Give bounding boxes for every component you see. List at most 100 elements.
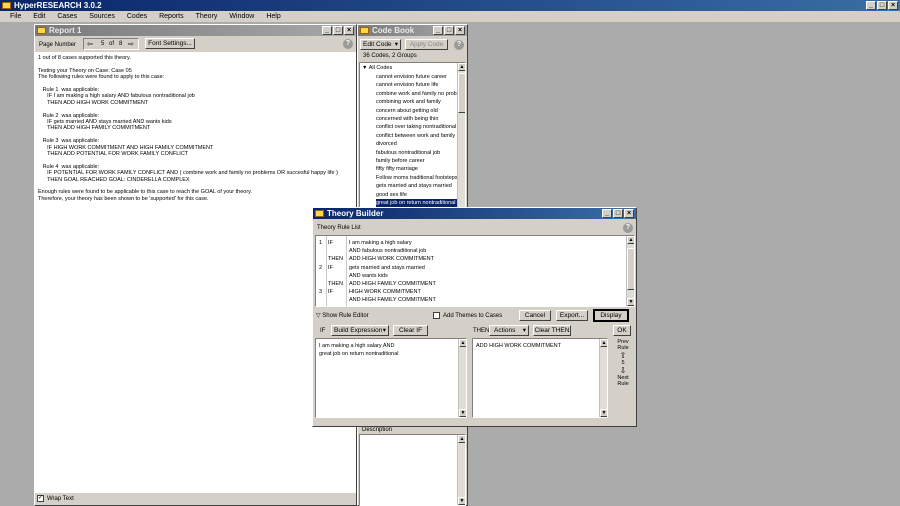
rule-row[interactable]: THEN ADD HIGH WORK COMMITMENT — [316, 255, 621, 263]
rule-text: AND fabulous nontraditional job — [349, 248, 427, 255]
menu-reports[interactable]: Reports — [153, 11, 190, 22]
menu-codes[interactable]: Codes — [121, 11, 153, 22]
prev-page-icon[interactable]: ⇦ — [87, 40, 93, 48]
scroll-down-icon[interactable]: ▼ — [600, 409, 607, 417]
code-list-scrollbar[interactable]: ▲ — [457, 63, 465, 209]
description-field[interactable]: ▲ ▼ — [359, 434, 466, 506]
rule-row[interactable]: 2 IF gets married and stays married — [316, 264, 621, 272]
code-item[interactable]: gets married and stays married — [376, 182, 452, 190]
if-label: IF — [320, 328, 326, 334]
display-button[interactable]: Display — [593, 309, 629, 322]
scroll-up-icon[interactable]: ▲ — [458, 435, 465, 443]
maximize-icon[interactable]: □ — [613, 209, 623, 218]
code-item[interactable]: conflict between work and family — [376, 132, 455, 140]
code-item[interactable]: fifty fifty marriage — [376, 165, 418, 173]
rule-kw: THEN — [328, 281, 343, 287]
then-action-field[interactable]: ADD HIGH WORK COMMITMENT ▲ ▼ — [472, 338, 608, 418]
prev-rule-button[interactable]: Prev Rule ⇧ — [613, 339, 633, 360]
edit-code-dropdown[interactable]: Edit Code ▾ — [360, 39, 401, 50]
apply-code-button[interactable]: Apply Code — [405, 39, 448, 50]
clear-then-button[interactable]: Clear THEN — [533, 325, 571, 336]
maximize-icon[interactable]: □ — [877, 1, 887, 10]
code-item[interactable]: Follow moms traditional footsteps — [376, 174, 458, 182]
scroll-down-icon[interactable]: ▼ — [627, 298, 634, 306]
menu-cases[interactable]: Cases — [51, 11, 83, 22]
theory-rule-list[interactable]: 1 IF I am making a high salary AND fabulous… — [315, 235, 635, 307]
maximize-icon[interactable]: □ — [333, 26, 343, 35]
minimize-icon[interactable]: _ — [602, 209, 612, 218]
help-icon[interactable]: ? — [454, 40, 464, 50]
rule-row[interactable]: AND wants kids — [316, 272, 621, 280]
scroll-thumb[interactable] — [627, 248, 634, 290]
scroll-up-icon[interactable]: ▲ — [627, 236, 634, 244]
code-item[interactable]: combining work and family — [376, 98, 441, 106]
scroll-up-icon[interactable]: ▲ — [458, 63, 465, 71]
description-scrollbar[interactable]: ▲ ▼ — [457, 435, 465, 505]
ok-button[interactable]: OK — [613, 325, 631, 336]
report-line: THEN ADD POTENTIAL FOR WORK FAMILY CONFL… — [38, 151, 189, 157]
code-item[interactable]: concern about getting old — [376, 107, 438, 115]
minimize-icon[interactable]: _ — [322, 26, 332, 35]
next-rule-button[interactable]: ⇩ Next Rule — [613, 366, 633, 387]
down-arrow-icon: ⇩ — [619, 366, 627, 375]
then-scrollbar[interactable]: ▲ ▼ — [599, 339, 607, 417]
add-themes-checkbox[interactable]: Add Themes to Cases — [433, 312, 502, 319]
rule-row[interactable]: 3 IF HIGH WORK COMMITMENT — [316, 288, 621, 296]
close-icon[interactable]: × — [455, 26, 465, 35]
actions-dropdown[interactable]: Actions ▾ — [489, 325, 529, 336]
report-line: Testing your Theory on Case: Case 05 — [38, 67, 132, 74]
report-line: IF HIGH WORK COMMITMENT AND HIGH FAMILY … — [38, 144, 214, 151]
report-line: Rule 4 was applicable: — [38, 163, 100, 170]
rule-row[interactable]: AND fabulous nontraditional job — [316, 247, 621, 255]
font-settings-button[interactable]: Font Settings... — [145, 38, 195, 49]
show-rule-editor-toggle[interactable]: ▽ Show Rule Editor — [316, 312, 369, 319]
code-item[interactable]: fabulous nontraditional job — [376, 149, 440, 157]
build-expression-dropdown[interactable]: Build Expression ▾ — [331, 325, 389, 336]
menu-edit[interactable]: Edit — [27, 11, 51, 22]
code-item[interactable]: combine work and family no problem — [376, 90, 465, 98]
close-icon[interactable]: × — [888, 1, 898, 10]
scroll-down-icon[interactable]: ▼ — [459, 409, 466, 417]
cancel-button[interactable]: Cancel — [519, 310, 551, 321]
rule-row[interactable]: 1 IF I am making a high salary — [316, 239, 621, 247]
code-item[interactable]: conflict over taking nontraditional ro — [376, 123, 463, 131]
if-scrollbar[interactable]: ▲ ▼ — [458, 339, 466, 417]
menu-sources[interactable]: Sources — [83, 11, 121, 22]
close-icon[interactable]: × — [624, 209, 634, 218]
rule-list-scrollbar[interactable]: ▲ ▼ — [626, 236, 634, 306]
all-codes-group[interactable]: ▼ All Codes — [362, 65, 392, 71]
scroll-up-icon[interactable]: ▲ — [459, 339, 466, 347]
menu-file[interactable]: File — [4, 11, 27, 22]
minimize-icon[interactable]: _ — [866, 1, 876, 10]
code-item[interactable]: cannot envision future career — [376, 73, 447, 81]
scroll-down-icon[interactable]: ▼ — [458, 497, 465, 505]
clear-if-button[interactable]: Clear IF — [393, 325, 428, 336]
code-list[interactable]: ▼ All Codes cannot envision future caree… — [359, 62, 466, 210]
menu-window[interactable]: Window — [223, 11, 260, 22]
page-number-label: Page Number — [39, 42, 77, 48]
minimize-icon[interactable]: _ — [433, 26, 443, 35]
menu-theory[interactable]: Theory — [190, 11, 224, 22]
codebook-icon — [360, 27, 369, 34]
code-item[interactable]: cannot envision future life — [376, 81, 438, 89]
maximize-icon[interactable]: □ — [444, 26, 454, 35]
wrap-text-checkbox[interactable]: ✓ Wrap Text — [37, 495, 74, 502]
scroll-thumb[interactable] — [458, 73, 465, 113]
if-expression-field[interactable]: I am making a high salary AND great job … — [315, 338, 467, 418]
export-button[interactable]: Export... — [556, 310, 588, 321]
help-icon[interactable]: ? — [343, 39, 353, 49]
rule-row[interactable]: THEN ADD HIGH FAMILY COMMITMENT — [316, 280, 621, 288]
code-item[interactable]: good sex life — [376, 191, 407, 199]
code-item[interactable]: divorced — [376, 140, 397, 148]
help-icon[interactable]: ? — [623, 223, 633, 233]
close-icon[interactable]: × — [344, 26, 354, 35]
code-item[interactable]: family before career — [376, 157, 425, 165]
rule-row[interactable]: AND HIGH FAMILY COMMITMENT — [316, 296, 621, 304]
menu-help[interactable]: Help — [260, 11, 286, 22]
scroll-up-icon[interactable]: ▲ — [600, 339, 607, 347]
rule-column-divider — [326, 236, 327, 306]
next-page-icon[interactable]: ⇨ — [128, 40, 134, 48]
report-text-area[interactable]: 1 out of 8 cases supported this theory. T… — [35, 52, 356, 493]
theory-builder-title-bar: Theory Builder _ □ × — [313, 208, 636, 219]
code-item[interactable]: concerned with being thin — [376, 115, 438, 123]
